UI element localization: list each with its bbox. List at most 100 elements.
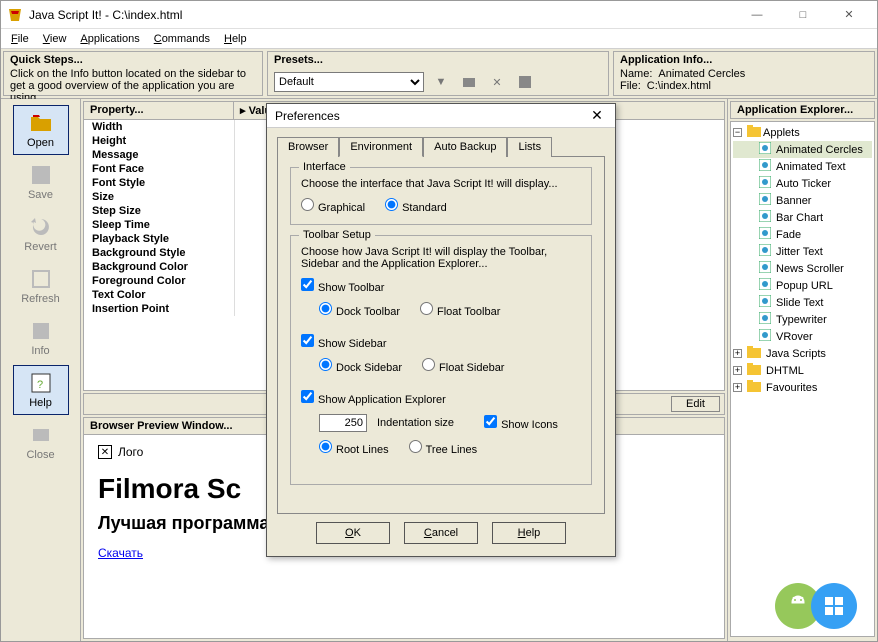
info-icon: [29, 319, 53, 343]
tree-item[interactable]: Animated Cercles: [733, 141, 872, 158]
property-name: Sleep Time: [84, 218, 234, 232]
tree-item[interactable]: Animated Text: [733, 158, 872, 175]
applet-icon: [759, 176, 771, 191]
sidebar-revert[interactable]: Revert: [13, 209, 69, 259]
tree-item[interactable]: Slide Text: [733, 294, 872, 311]
menu-view[interactable]: View: [37, 31, 73, 47]
radio-graphical[interactable]: Graphical: [301, 198, 365, 214]
sidebar-close[interactable]: Close: [13, 417, 69, 467]
property-name: Step Size: [84, 204, 234, 218]
sidebar-open[interactable]: Open: [13, 105, 69, 155]
tree-root-applets[interactable]: −Applets: [733, 124, 872, 141]
revert-icon: [29, 215, 53, 239]
tree-item[interactable]: Bar Chart: [733, 209, 872, 226]
tree-item[interactable]: Popup URL: [733, 277, 872, 294]
applet-icon: [759, 295, 771, 310]
tree-item[interactable]: Banner: [733, 192, 872, 209]
preview-download-link[interactable]: Скачать: [98, 546, 143, 560]
preset-down-icon[interactable]: ▼: [430, 71, 452, 93]
sidebar-refresh[interactable]: Refresh: [13, 261, 69, 311]
indent-label: Indentation size: [377, 417, 454, 429]
preferences-dialog: Preferences ✕ Browser Environment Auto B…: [266, 103, 616, 557]
radio-float-sidebar[interactable]: Float Sidebar: [422, 358, 504, 374]
expander-icon[interactable]: +: [733, 366, 742, 375]
applet-icon: [759, 227, 771, 242]
sidebar-help[interactable]: ?Help: [13, 365, 69, 415]
tree-item[interactable]: Auto Ticker: [733, 175, 872, 192]
tree-folder[interactable]: +Favourites: [733, 379, 872, 396]
radio-float-toolbar[interactable]: Float Toolbar: [420, 302, 500, 318]
tree-item[interactable]: VRover: [733, 328, 872, 345]
tree-item[interactable]: Fade: [733, 226, 872, 243]
app-icon: [7, 7, 23, 23]
folder-open-icon: [29, 111, 53, 135]
radio-root-lines[interactable]: Root Lines: [319, 440, 389, 456]
sidebar-save[interactable]: Save: [13, 157, 69, 207]
save-icon: [29, 163, 53, 187]
menu-help[interactable]: Help: [218, 31, 253, 47]
property-name: Height: [84, 134, 234, 148]
applet-icon: [759, 210, 771, 225]
applet-icon: [759, 142, 771, 157]
property-name: Font Style: [84, 176, 234, 190]
tree-item[interactable]: News Scroller: [733, 260, 872, 277]
explorer-header: Application Explorer...: [730, 101, 875, 119]
propgrid-col-property[interactable]: Property...: [84, 102, 234, 119]
preview-logo-label: Лого: [118, 445, 143, 459]
maximize-button[interactable]: □: [781, 4, 825, 26]
radio-tree-lines[interactable]: Tree Lines: [409, 440, 478, 456]
applet-icon: [759, 261, 771, 276]
folder-icon: [747, 346, 761, 361]
help-button[interactable]: Help: [492, 522, 566, 544]
logo-placeholder-icon: ✕: [98, 445, 112, 459]
menu-commands[interactable]: Commands: [148, 31, 216, 47]
preset-open-icon[interactable]: [458, 71, 480, 93]
tab-environment[interactable]: Environment: [339, 137, 423, 157]
property-name: Background Color: [84, 260, 234, 274]
minimize-button[interactable]: —: [735, 4, 779, 26]
property-name: Foreground Color: [84, 274, 234, 288]
chk-show-toolbar[interactable]: Show Toolbar: [301, 278, 384, 294]
tree-folder[interactable]: +DHTML: [733, 362, 872, 379]
applet-icon: [759, 193, 771, 208]
preset-save-icon[interactable]: [514, 71, 536, 93]
property-name: Text Color: [84, 288, 234, 302]
expander-icon[interactable]: +: [733, 349, 742, 358]
radio-standard[interactable]: Standard: [385, 198, 447, 214]
folder-icon: [747, 380, 761, 395]
preset-delete-icon[interactable]: ✕: [486, 71, 508, 93]
chk-show-icons[interactable]: Show Icons: [484, 415, 558, 431]
applet-icon: [759, 278, 771, 293]
tab-autobackup[interactable]: Auto Backup: [423, 137, 507, 157]
property-name: Insertion Point: [84, 302, 234, 316]
tree-item[interactable]: Typewriter: [733, 311, 872, 328]
tab-lists[interactable]: Lists: [507, 137, 552, 157]
menu-applications[interactable]: Applications: [74, 31, 145, 47]
radio-dock-sidebar[interactable]: Dock Sidebar: [319, 358, 402, 374]
presets-select[interactable]: Default: [274, 72, 424, 92]
sidebar-info[interactable]: Info: [13, 313, 69, 363]
tab-browser[interactable]: Browser: [277, 137, 339, 157]
indent-input[interactable]: [319, 414, 367, 432]
cancel-button[interactable]: Cancel: [404, 522, 478, 544]
radio-dock-toolbar[interactable]: Dock Toolbar: [319, 302, 400, 318]
edit-button[interactable]: Edit: [671, 396, 720, 412]
chk-show-sidebar[interactable]: Show Sidebar: [301, 334, 387, 350]
chk-show-explorer[interactable]: Show Application Explorer: [301, 390, 446, 406]
appinfo-name-label: Name:: [620, 68, 652, 80]
tree-item[interactable]: Jitter Text: [733, 243, 872, 260]
menu-file[interactable]: File: [5, 31, 35, 47]
watermark: [775, 583, 857, 629]
close-button[interactable]: ✕: [827, 4, 871, 26]
appinfo-file-value: C:\index.html: [647, 80, 711, 92]
tree-folder[interactable]: +Java Scripts: [733, 345, 872, 362]
folder-icon: [747, 363, 761, 378]
folder-icon: [747, 125, 761, 140]
quicksteps-header: Quick Steps...: [10, 54, 256, 68]
ok-button[interactable]: OK: [316, 522, 390, 544]
windows-icon: [811, 583, 857, 629]
expander-icon[interactable]: +: [733, 383, 742, 392]
dialog-close-button[interactable]: ✕: [587, 106, 607, 126]
property-name: Background Style: [84, 246, 234, 260]
expander-icon[interactable]: −: [733, 128, 742, 137]
